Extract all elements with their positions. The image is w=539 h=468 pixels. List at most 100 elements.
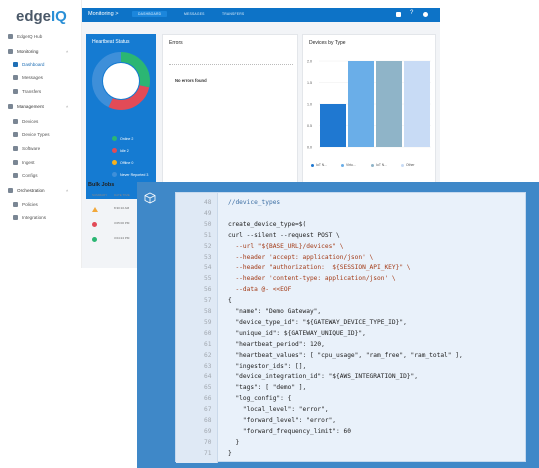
policies-icon <box>13 202 18 207</box>
sidebar-item-label: Policies <box>22 202 38 207</box>
sidebar-item-device-types[interactable]: Device Types <box>0 129 82 140</box>
sidebar-item-ingest[interactable]: Ingest <box>0 157 82 168</box>
errors-timeline <box>169 51 293 65</box>
line-number: 68 <box>204 417 212 424</box>
heartbeat-donut <box>92 52 150 110</box>
tab-dashboard[interactable]: DASHBOARD <box>132 11 168 17</box>
error-icon <box>92 222 97 227</box>
sidebar-item-policies[interactable]: Policies <box>0 199 82 210</box>
line-number: 57 <box>204 297 212 305</box>
code-line: "ingestor_ids": [], <box>228 362 307 370</box>
sidebar-item-messages[interactable]: Messages <box>0 72 82 83</box>
line-number: 56 <box>204 286 212 294</box>
line-number: 48 <box>204 199 212 206</box>
tab-messages[interactable]: MESSAGES <box>184 12 205 16</box>
y-tick-label: 0.5 <box>307 124 312 128</box>
online-dot-icon <box>112 136 117 141</box>
line-number: 66 <box>204 395 212 403</box>
code-line: --header "authorization: ${SESSION_API_K… <box>228 264 411 272</box>
orchestration-icon <box>8 188 13 193</box>
line-number: 59 <box>204 318 212 326</box>
sidebar-item-software[interactable]: Software <box>0 143 82 154</box>
legend-dot-icon <box>371 163 374 167</box>
code-line: create_device_type=$( <box>228 220 307 228</box>
warning-icon <box>92 207 98 212</box>
code-line: "device_integration_id": "${AWS_INTEGRAT… <box>228 373 418 381</box>
legend-entry: Virtu... <box>341 163 356 167</box>
code-line: "forward_frequency_limit": 60 <box>228 427 351 435</box>
line-number: 53 <box>204 253 212 261</box>
sidebar-item-label: Ingest <box>22 160 35 165</box>
job-date: 3:05:00 PM <box>114 221 130 225</box>
line-number: 65 <box>204 384 212 392</box>
column-header: DATE TIME <box>114 193 130 197</box>
sidebar-item-dashboard[interactable]: Dashboard <box>0 59 82 70</box>
bar[interactable] <box>376 61 402 147</box>
legend-entry: Other <box>401 163 414 167</box>
configs-icon <box>13 173 18 178</box>
code-line: "forward_level": "error", <box>228 417 337 424</box>
sidebar-item-edgeiq-hub[interactable]: EdgeIQ Hub <box>0 31 82 42</box>
code-block[interactable]: //device_types create_device_type=$(curl … <box>175 192 526 463</box>
management-icon <box>8 104 13 109</box>
software-icon <box>13 146 18 151</box>
code-line: } <box>228 449 232 457</box>
sidebar-item-devices[interactable]: Devices <box>0 116 82 127</box>
sidebar-item-label: Management <box>17 104 44 109</box>
y-tick-label: 2.0 <box>307 60 312 64</box>
sidebar-item-label: Configs <box>22 173 38 178</box>
bar[interactable] <box>404 61 430 147</box>
code-line: "heartbeat_values": [ "cpu_usage", "ram_… <box>228 351 463 359</box>
account-icon[interactable] <box>423 12 428 17</box>
y-tick-label: 0.0 <box>307 146 312 150</box>
screenshot-root: edgeIQ EdgeIQ Hub Monitoring ˄ Dashboard Mes… <box>0 0 539 468</box>
sidebar-item-label: EdgeIQ Hub <box>17 34 43 39</box>
bar[interactable] <box>348 61 374 147</box>
top-bar: Monitoring > DASHBOARD MESSAGES TRANSFER… <box>82 8 440 22</box>
devices-by-type-card: Devices by Type 2.0 1.5 1.0 0.5 0.0 IoT N...… <box>302 34 436 199</box>
card-title: Devices by Type <box>309 40 346 46</box>
sidebar-item-integrations[interactable]: Integrations <box>0 212 82 223</box>
y-tick-label: 1.0 <box>307 103 312 107</box>
code-line: } <box>228 438 240 446</box>
line-number: 52 <box>204 242 212 250</box>
chevron-up-icon[interactable]: ˄ <box>66 49 68 54</box>
help-icon[interactable]: ? <box>410 10 415 16</box>
transfers-icon <box>13 89 18 94</box>
ingest-icon <box>13 160 18 165</box>
errors-card: Errors No errors found All Sev... Past 5… <box>162 34 298 199</box>
sidebar: edgeIQ EdgeIQ Hub Monitoring ˄ Dashboard Mes… <box>0 0 82 268</box>
code-line: { <box>228 297 232 305</box>
line-number: 62 <box>204 351 212 359</box>
bar[interactable] <box>320 104 346 147</box>
legend-online: Online 2 <box>112 136 133 141</box>
sidebar-item-orchestration[interactable]: Orchestration ˄ <box>0 185 82 196</box>
line-number: 55 <box>204 275 212 283</box>
devices-bar-chart: 2.0 1.5 1.0 0.5 0.0 <box>307 60 431 150</box>
code-line: "device_type_id": "${GATEWAY_DEVICE_TYPE… <box>228 318 407 326</box>
dashboard-icon <box>13 62 18 67</box>
empty-state-text: No errors found <box>175 78 207 83</box>
card-title: Errors <box>169 40 183 46</box>
line-number: 50 <box>204 220 212 228</box>
legend-entry: IoT N... <box>371 163 387 167</box>
sidebar-item-management[interactable]: Management ˄ <box>0 101 82 112</box>
code-line: "heartbeat_period": 120, <box>228 340 325 348</box>
sidebar-item-transfers[interactable]: Transfers <box>0 86 82 97</box>
line-number: 67 <box>204 406 212 414</box>
apps-icon[interactable] <box>396 12 401 17</box>
chevron-up-icon[interactable]: ˄ <box>66 188 68 193</box>
cube-icon <box>144 192 156 204</box>
sidebar-item-label: Device Types <box>22 132 50 137</box>
monitoring-icon <box>8 49 13 54</box>
line-number: 61 <box>204 340 212 348</box>
chevron-up-icon[interactable]: ˄ <box>66 104 68 109</box>
sidebar-item-monitoring[interactable]: Monitoring ˄ <box>0 46 82 57</box>
tab-transfers[interactable]: TRANSFERS <box>222 12 244 16</box>
edgeiq-logo[interactable]: edgeIQ <box>16 8 67 25</box>
code-line: --header 'content-type: application/json… <box>228 275 396 283</box>
devices-icon <box>13 119 18 124</box>
device-types-icon <box>13 132 18 137</box>
breadcrumb: Monitoring > <box>88 11 119 17</box>
sidebar-item-configs[interactable]: Configs <box>0 170 82 181</box>
